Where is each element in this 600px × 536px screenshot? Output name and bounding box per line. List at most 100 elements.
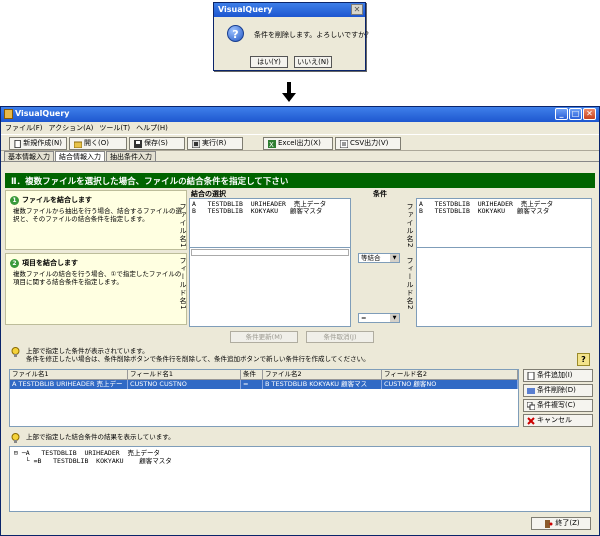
file-name-1-label: ファイル名1 xyxy=(179,203,187,249)
join-files-info-panel: 1 ファイルを結合します 複数ファイルから抽出を行う場合、結合するファイルの選択… xyxy=(5,190,187,250)
file-list-1[interactable]: A TESTDBLIB URIHEADER 売上データ B TESTDBLIB … xyxy=(189,198,351,250)
conditions-grid: ファイル名1 フィールド名1 条件 ファイル名2 フィールド名2 A TESTD… xyxy=(9,369,519,427)
delete-icon xyxy=(527,387,535,394)
yes-button[interactable]: はい(Y) xyxy=(250,56,288,68)
tab-basic-info[interactable]: 基本情報入力 xyxy=(4,151,54,161)
chevron-down-icon[interactable]: ▼ xyxy=(390,314,399,322)
confirm-dialog: VisualQuery ✕ ? 条件を削除します。よろしいですか？ はい(Y) … xyxy=(213,2,372,71)
new-button[interactable]: 新規作成(N) xyxy=(9,137,67,150)
excel-label: Excel出力(X) xyxy=(278,139,321,147)
file-list-2[interactable]: A TESTDBLIB URIHEADER 売上データ B TESTDBLIB … xyxy=(416,198,592,250)
col-file-2: ファイル名2 xyxy=(263,370,382,379)
exit-label: 終了(Z) xyxy=(555,519,580,527)
copy-icon xyxy=(527,401,535,410)
help-icon[interactable]: ? xyxy=(577,353,590,366)
join-files-text: 複数ファイルから抽出を行う場合、結合するファイルの選択と、そのファイルの結合条件… xyxy=(13,207,182,223)
table-row[interactable]: A TESTDBLIB URIHEADER 売上デー CUSTNO CUSTNO… xyxy=(10,380,518,389)
grid-header: ファイル名1 フィールド名1 条件 ファイル名2 フィールド名2 xyxy=(10,370,518,380)
cancel-label: キャンセル xyxy=(537,416,572,424)
chevron-down-icon[interactable]: ▼ xyxy=(390,254,399,262)
step-2-icon: 2 xyxy=(10,258,19,268)
join-type-value: 等結合 xyxy=(361,254,381,262)
csv-export-button[interactable]: CSV出力(V) xyxy=(335,137,401,150)
exit-icon xyxy=(545,519,553,528)
result-tree-content: ⊟ ─A TESTDBLIB URIHEADER 売上データ └ =B TEST… xyxy=(14,449,172,465)
no-button[interactable]: いいえ(N) xyxy=(294,56,332,68)
copy-condition-label: 条件複写(C) xyxy=(537,401,576,409)
add-icon xyxy=(527,371,535,380)
arrow-down-icon xyxy=(282,82,296,102)
join-fields-title: 項目を結合します xyxy=(22,259,78,267)
section-header: Ⅱ．複数ファイルを選択した場合、ファイルの結合条件を指定して下さい xyxy=(5,173,595,188)
cell-condition: = xyxy=(241,380,263,389)
run-button[interactable]: 実行(R) xyxy=(187,137,243,150)
update-condition-button[interactable]: 条件更新(M) xyxy=(230,331,298,343)
folder-icon xyxy=(74,141,82,148)
join-files-title: ファイルを結合します xyxy=(22,196,92,204)
window-titlebar: VisualQuery _ □ ✕ xyxy=(1,107,599,122)
copy-condition-button[interactable]: 条件複写(C) xyxy=(523,399,593,412)
excel-icon: X xyxy=(268,139,276,148)
run-icon xyxy=(192,139,200,148)
menu-help[interactable]: ヘルプ(H) xyxy=(136,123,168,133)
cancel-button[interactable]: キャンセル xyxy=(523,414,593,427)
run-label: 実行(R) xyxy=(202,139,227,147)
exit-button[interactable]: 終了(Z) xyxy=(531,517,591,530)
delete-condition-label: 条件削除(D) xyxy=(537,386,576,394)
dialog-titlebar: VisualQuery ✕ xyxy=(214,3,365,17)
field-list-2[interactable] xyxy=(416,247,592,327)
csv-icon xyxy=(340,139,348,148)
delete-condition-button[interactable]: 条件削除(D) xyxy=(523,384,593,397)
col-file-1: ファイル名1 xyxy=(10,370,128,379)
tab-bar: 基本情報入力 結合情報入力 抽出条件入力 xyxy=(1,151,599,162)
window-title: VisualQuery xyxy=(15,109,70,118)
csv-label: CSV出力(V) xyxy=(350,139,389,147)
join-fields-info-panel: 2 項目を結合します 複数ファイルの結合を行う場合、①で指定したファイルの項目に… xyxy=(5,253,187,325)
field-name-1-label: フィールド名1 xyxy=(179,257,187,311)
condition-label: 条件 xyxy=(373,190,387,198)
open-label: 開く(O) xyxy=(84,139,109,147)
tab-join-info[interactable]: 結合情報入力 xyxy=(55,151,105,161)
cell-field-2: CUSTNO 顧客NO xyxy=(382,380,518,389)
cancel-condition-button[interactable]: 条件取消(J) xyxy=(306,331,374,343)
add-condition-label: 条件追加(I) xyxy=(537,371,573,379)
cell-file-2: B TESTDBLIB KOKYAKU 顧客マス xyxy=(263,380,382,389)
save-button[interactable]: 保存(S) xyxy=(129,137,185,150)
col-condition: 条件 xyxy=(241,370,263,379)
conditions-info-text: 上部で指定した条件が表示されています。 条件を修正したい場合は、条件削除ボタンで… xyxy=(26,347,370,363)
operator-select[interactable]: = ▼ xyxy=(358,313,400,323)
result-info: 上部で指定した結合条件の結果を表示しています。 xyxy=(11,433,411,443)
close-icon[interactable]: ✕ xyxy=(583,108,596,120)
cell-file-1: A TESTDBLIB URIHEADER 売上デー xyxy=(10,380,128,389)
dialog-title: VisualQuery xyxy=(218,5,273,14)
result-info-text: 上部で指定した結合条件の結果を表示しています。 xyxy=(26,433,175,441)
save-icon xyxy=(134,139,142,148)
field-name-2-label: フィールド名2 xyxy=(406,257,414,311)
close-icon[interactable]: ✕ xyxy=(351,4,363,15)
step-1-icon: 1 xyxy=(10,195,19,205)
menu-action[interactable]: アクション(A) xyxy=(49,123,94,133)
file-name-2-label: ファイル名2 xyxy=(406,203,414,249)
excel-export-button[interactable]: X Excel出力(X) xyxy=(263,137,333,150)
col-field-1: フィールド名1 xyxy=(128,370,241,379)
svg-text:X: X xyxy=(269,141,274,148)
add-condition-button[interactable]: 条件追加(I) xyxy=(523,369,593,382)
maximize-icon[interactable]: □ xyxy=(569,108,582,120)
lightbulb-icon xyxy=(11,433,20,443)
minimize-icon[interactable]: _ xyxy=(555,108,568,120)
menu-tools[interactable]: ツール(T) xyxy=(99,123,130,133)
cell-field-1: CUSTNO CUSTNO xyxy=(128,380,241,389)
save-label: 保存(S) xyxy=(144,139,168,147)
col-field-2: フィールド名2 xyxy=(382,370,518,379)
field-list-1[interactable] xyxy=(189,247,351,327)
operator-value: = xyxy=(361,314,367,322)
dialog-message: 条件を削除します。よろしいですか？ xyxy=(254,31,373,39)
cancel-x-icon xyxy=(527,416,535,425)
tab-extract-conditions[interactable]: 抽出条件入力 xyxy=(106,151,156,161)
main-window: VisualQuery _ □ ✕ ファイル(F) アクション(A) ツール(T… xyxy=(0,106,600,536)
result-tree[interactable]: ⊟ ─A TESTDBLIB URIHEADER 売上データ └ =B TEST… xyxy=(9,446,591,512)
join-fields-text: 複数ファイルの結合を行う場合、①で指定したファイルの項目に関する結合条件を指定し… xyxy=(13,270,182,286)
join-type-select[interactable]: 等結合 ▼ xyxy=(358,253,400,263)
open-button[interactable]: 開く(O) xyxy=(69,137,127,150)
menu-file[interactable]: ファイル(F) xyxy=(5,123,43,133)
